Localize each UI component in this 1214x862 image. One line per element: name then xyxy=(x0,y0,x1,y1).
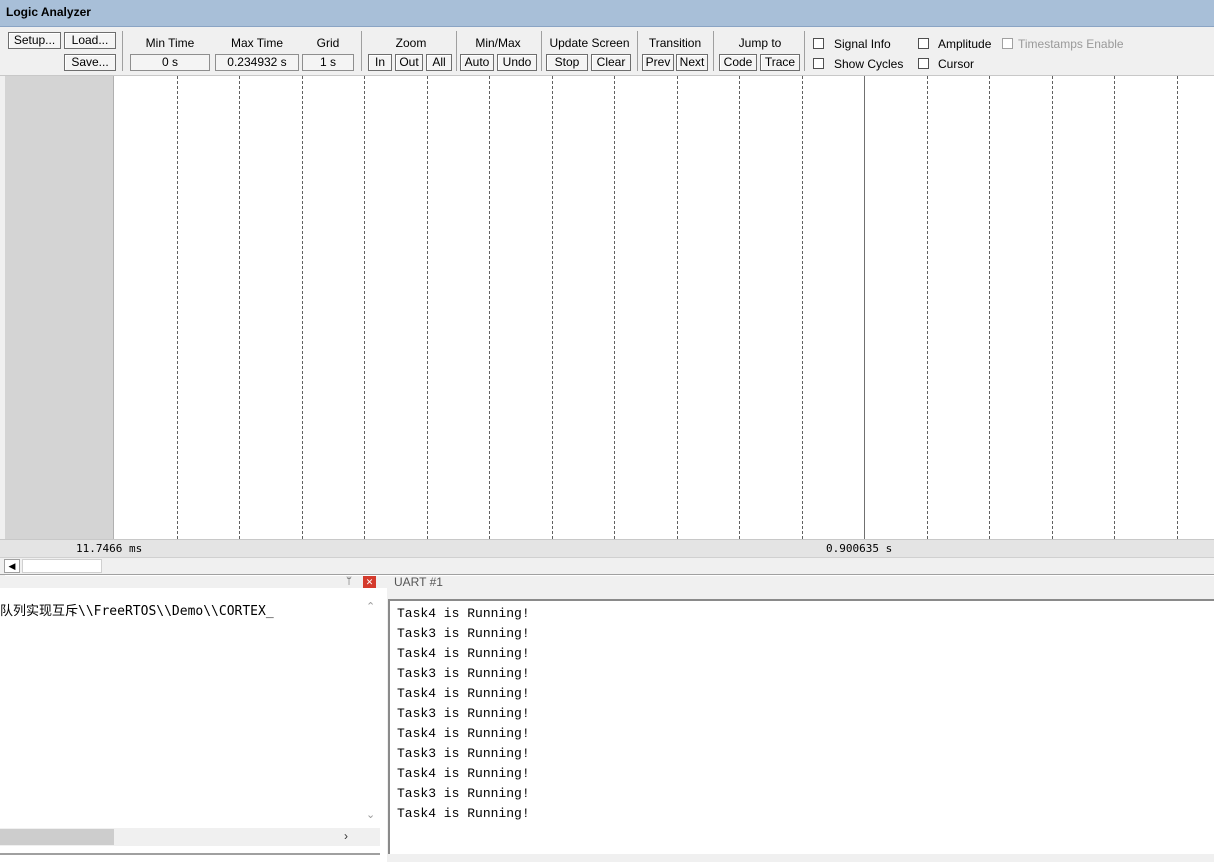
cursor-label: Cursor xyxy=(938,57,975,71)
amplitude-label: Amplitude xyxy=(938,37,992,51)
uart-lines: Task4 is Running! Task3 is Running! Task4 … xyxy=(397,604,530,824)
uart-output[interactable]: Task4 is Running! Task3 is Running! Task4 … xyxy=(388,599,1214,854)
setup-button[interactable]: Setup... xyxy=(8,32,61,49)
left-pane-vertical-scrollbar[interactable]: ⌃ ⌄ xyxy=(362,600,380,828)
grid-label: Grid xyxy=(316,36,340,50)
grid-line xyxy=(489,76,490,539)
grid-line xyxy=(989,76,990,539)
timestamps-checkbox xyxy=(1002,38,1013,49)
pane-border xyxy=(0,853,380,855)
min-time-value: 0 s xyxy=(130,54,210,71)
scroll-left-icon[interactable]: ◀ xyxy=(4,559,20,573)
window-titlebar: Logic Analyzer xyxy=(0,0,1214,27)
minmax-auto-button[interactable]: Auto xyxy=(460,54,494,71)
grid-line xyxy=(177,76,178,539)
signal-info-label: Signal Info xyxy=(834,37,891,51)
amplitude-checkbox[interactable] xyxy=(918,38,929,49)
toolbar-separator xyxy=(122,31,123,71)
grid-line xyxy=(739,76,740,539)
time-right-label: 0.900635 s xyxy=(826,542,893,555)
toolbar-separator xyxy=(541,31,542,71)
toolbar: Setup... Load... Save... Min Time 0 s Ma… xyxy=(0,27,1214,76)
uart-line: Task3 is Running! xyxy=(397,786,530,801)
zoom-in-button[interactable]: In xyxy=(368,54,392,71)
zoom-all-button[interactable]: All xyxy=(426,54,452,71)
transition-label: Transition xyxy=(648,36,702,50)
update-stop-button[interactable]: Stop xyxy=(546,54,588,71)
grid-value: 1 s xyxy=(302,54,354,71)
uart-line: Task3 is Running! xyxy=(397,626,530,641)
update-clear-button[interactable]: Clear xyxy=(591,54,631,71)
scroll-down-icon[interactable]: ⌄ xyxy=(366,808,375,821)
scroll-up-icon[interactable]: ⌃ xyxy=(366,600,375,613)
grid-line xyxy=(614,76,615,539)
toolbar-separator xyxy=(456,31,457,71)
grid-line xyxy=(927,76,928,539)
time-axis-bar: 11.7466 ms 0.900635 s xyxy=(0,539,1214,557)
left-pane-horizontal-scrollbar[interactable]: › xyxy=(0,828,380,846)
show-cycles-label: Show Cycles xyxy=(834,57,904,71)
uart-line: Task4 is Running! xyxy=(397,686,530,701)
max-time-label: Max Time xyxy=(230,36,283,50)
uart-line: Task3 is Running! xyxy=(397,746,530,761)
uart-tab[interactable]: UART #1 xyxy=(394,576,443,588)
window-title: Logic Analyzer xyxy=(6,5,91,19)
uart-horizontal-scrollbar[interactable] xyxy=(388,854,1214,862)
toolbar-separator xyxy=(361,31,362,71)
uart-line: Task4 is Running! xyxy=(397,646,530,661)
signal-info-checkbox[interactable] xyxy=(813,38,824,49)
minmax-label: Min/Max xyxy=(475,36,521,50)
uart-line: Task4 is Running! xyxy=(397,766,530,781)
grid-line xyxy=(427,76,428,539)
toolbar-separator xyxy=(713,31,714,71)
min-time-label: Min Time xyxy=(145,36,195,50)
transition-prev-button[interactable]: Prev xyxy=(642,54,674,71)
scroll-right-icon[interactable]: › xyxy=(344,829,348,843)
load-button[interactable]: Load... xyxy=(64,32,116,49)
grid-line xyxy=(364,76,365,539)
save-button[interactable]: Save... xyxy=(64,54,116,71)
grid-line xyxy=(802,76,803,539)
panel-edge xyxy=(0,76,5,576)
toolbar-separator xyxy=(637,31,638,71)
show-cycles-checkbox[interactable] xyxy=(813,58,824,69)
signal-name-column[interactable] xyxy=(0,76,114,539)
zoom-label: Zoom xyxy=(395,36,427,50)
grid-line xyxy=(1052,76,1053,539)
transition-next-button[interactable]: Next xyxy=(676,54,708,71)
uart-line: Task4 is Running! xyxy=(397,806,530,821)
left-pane-header xyxy=(0,576,387,588)
toolbar-separator xyxy=(804,31,805,71)
close-icon[interactable]: ✕ xyxy=(363,576,376,588)
cursor-line xyxy=(864,76,865,539)
waveform-horizontal-scrollbar[interactable]: ◀ xyxy=(0,557,1214,575)
grid-line xyxy=(1114,76,1115,539)
pin-icon[interactable]: ᛘ xyxy=(343,576,355,588)
grid-line xyxy=(302,76,303,539)
cursor-checkbox[interactable] xyxy=(918,58,929,69)
jump-code-button[interactable]: Code xyxy=(719,54,757,71)
jump-trace-button[interactable]: Trace xyxy=(760,54,800,71)
update-screen-label: Update Screen xyxy=(549,36,630,50)
grid-line xyxy=(239,76,240,539)
minmax-undo-button[interactable]: Undo xyxy=(497,54,537,71)
grid-line xyxy=(552,76,553,539)
uart-line: Task3 is Running! xyxy=(397,706,530,721)
grid-line xyxy=(1177,76,1178,539)
timestamps-label: Timestamps Enable xyxy=(1018,37,1124,51)
uart-line: Task4 is Running! xyxy=(397,726,530,741)
scrollbar-thumb[interactable] xyxy=(0,829,114,845)
uart-tab-strip: UART #1 xyxy=(388,576,1214,600)
zoom-out-button[interactable]: Out xyxy=(395,54,423,71)
max-time-value: 0.234932 s xyxy=(215,54,299,71)
scrollbar-thumb[interactable] xyxy=(22,559,102,573)
uart-line: Task3 is Running! xyxy=(397,666,530,681)
time-left-label: 11.7466 ms xyxy=(76,542,143,555)
grid-line xyxy=(677,76,678,539)
jump-to-label: Jump to xyxy=(738,36,782,50)
left-pane-text: 队列实现互斥\\FreeRTOS\\Demo\\CORTEX_ xyxy=(0,604,274,619)
uart-line: Task4 is Running! xyxy=(397,606,530,621)
waveform-area[interactable] xyxy=(0,76,1214,539)
